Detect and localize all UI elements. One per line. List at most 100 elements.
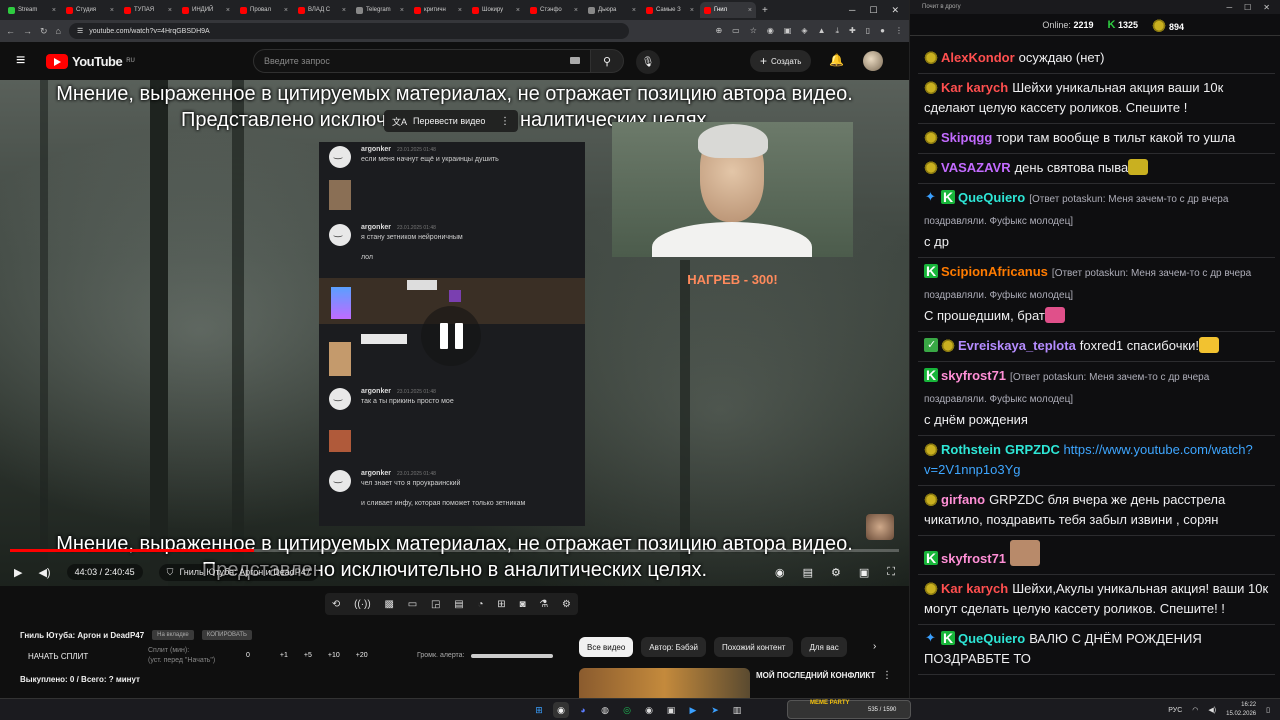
chat-username[interactable]: ScipionAfricanus [941,264,1048,279]
chip-for-you[interactable]: Для вас [801,637,847,657]
folder-icon[interactable]: ▭ [408,599,417,610]
tab-close-icon[interactable]: × [52,7,56,14]
tab-badge[interactable]: На вкладке [152,630,194,640]
alert-volume-slider[interactable] [470,653,553,658]
browser-tab[interactable]: Провал × [236,2,292,18]
chip-similar[interactable]: Похожий контент [714,637,794,657]
menu-icon[interactable]: ≡ [16,52,40,70]
split-plus5-button[interactable]: +5 [304,652,312,659]
zoom-icon[interactable]: ⊕ [715,26,722,36]
fullscreen-icon[interactable]: ⛶ [887,566,895,579]
browser-tab[interactable]: Stream × [4,2,60,18]
tab-close-icon[interactable]: × [516,7,520,14]
extension-icon[interactable]: ▲ [818,26,826,36]
chat-username[interactable]: skyfrost71 [941,551,1006,566]
loop-icon[interactable]: ⟲ [332,599,340,610]
chat-username[interactable]: skyfrost71 [941,368,1006,383]
language-indicator[interactable]: РУС [1168,707,1182,714]
flask-icon[interactable]: ⚗ [539,599,548,610]
chrome-icon[interactable]: ◉ [553,702,569,718]
screen-icon[interactable]: ▤ [454,599,463,610]
tab-close-icon[interactable]: × [168,7,172,14]
app-icon[interactable]: ▣ [663,702,679,718]
minimize-icon[interactable]: ─ [1226,3,1232,12]
add-screen-icon[interactable]: ⊞ [497,599,505,610]
maximize-icon[interactable]: ☐ [1244,3,1251,12]
chat-username[interactable]: Kar karych [941,581,1008,596]
subtitles-icon[interactable]: ▤ [803,566,813,579]
search-input[interactable]: Введите запрос [253,49,591,73]
tab-close-icon[interactable]: × [110,7,114,14]
chapter-title[interactable]: ⛉ Гниль Ютуба: Аргон и DeadP47 [158,563,319,581]
browser-tab[interactable]: Стэнфо × [526,2,582,18]
browser-tab[interactable]: ВЛАД С × [294,2,350,18]
maximize-icon[interactable]: ☐ [869,5,877,16]
keyboard-icon[interactable] [570,57,580,64]
obs-icon[interactable]: ◉ [641,702,657,718]
minimize-icon[interactable]: ─ [849,5,855,16]
speed-icon[interactable]: ◔ [477,599,483,610]
browser-tab[interactable]: Telegram × [352,2,408,18]
spotify-icon[interactable]: ◎ [619,702,635,718]
volume-icon[interactable]: ◀) [38,566,50,579]
browser-tab[interactable]: Шокиру × [468,2,524,18]
more-options-icon[interactable]: ⋮ [882,670,892,681]
forward-icon[interactable]: → [23,26,32,36]
settings-gear-icon[interactable]: ⚙ [562,599,571,610]
browser-tab[interactable]: Студия × [62,2,118,18]
chat-username[interactable]: Rothstein [941,442,1001,457]
chat-username[interactable]: Kar karych [941,80,1008,95]
tab-close-icon[interactable]: × [458,7,462,14]
notification-icon[interactable]: ▯ [1266,706,1270,714]
settings-gear-icon[interactable]: ⚙ [831,566,841,579]
url-field[interactable]: ☰ youtube.com/watch?v=4HrqGBSDH9A [68,23,629,39]
split-0-button[interactable]: 0 [246,652,250,659]
pip-icon[interactable]: ◲ [431,599,440,610]
create-button[interactable]: + Создать [750,50,812,72]
tab-close-icon[interactable]: × [342,7,346,14]
chat-username[interactable]: VASAZAVR [941,160,1011,175]
pause-button[interactable] [421,306,481,366]
extension-icon[interactable]: ◉ [767,26,774,36]
camera-icon[interactable]: ◙ [519,599,525,610]
screenshot-icon[interactable]: ▩ [385,599,394,610]
chat-username[interactable]: Evreiskaya_teplota [958,338,1076,353]
volume-icon[interactable]: ◀) [1208,706,1216,714]
translate-video-button[interactable]: 文A Перевести видео ⋮ [384,110,518,132]
new-tab-icon[interactable]: + [762,5,768,16]
steam-icon[interactable]: ◍ [597,702,613,718]
home-icon[interactable]: ⌂ [56,26,61,36]
start-split-button[interactable]: НАЧАТЬ СПЛИТ [28,652,88,661]
video-player[interactable]: Мнение, выраженное в цитируемых материал… [0,80,909,586]
notifications-bell-icon[interactable]: 🔔 [829,53,844,67]
avatar[interactable] [863,51,883,71]
reco-title[interactable]: МОЙ ПОСЛЕДНИЙ КОНФЛИКТ [756,670,876,681]
more-options-icon[interactable]: ⋮ [500,116,510,127]
chat-username[interactable]: QueQuiero [958,631,1025,646]
autoplay-toggle-icon[interactable]: ◉ [775,566,785,579]
chat-username[interactable]: girfano [941,492,985,507]
browser-tab[interactable]: критичн × [410,2,466,18]
chat-username[interactable]: Skipqgg [941,130,992,145]
back-icon[interactable]: ← [6,26,15,36]
browser-tab[interactable]: Гнил × [700,2,756,18]
browser-tab[interactable]: ТУПАЯ × [120,2,176,18]
split-plus10-button[interactable]: +10 [328,652,340,659]
tab-close-icon[interactable]: × [226,7,230,14]
chat-username[interactable]: QueQuiero [958,190,1025,205]
search-button[interactable]: ⚲ [590,49,624,73]
close-icon[interactable]: ✕ [891,5,899,16]
tab-close-icon[interactable]: × [400,7,404,14]
youtube-logo[interactable]: YouTube RU [46,53,135,69]
voice-search-button[interactable]: 🎙 [636,50,660,74]
app-icon[interactable]: ▶ [685,702,701,718]
sidebar-icon[interactable]: ▯ [866,26,870,36]
play-icon[interactable]: ▶ [14,566,22,579]
bookmark-star-icon[interactable]: ☆ [750,26,757,36]
close-icon[interactable]: ✕ [1263,3,1270,12]
miniplayer-icon[interactable]: ▣ [859,566,869,579]
browser-tab[interactable]: Дьюра × [584,2,640,18]
browser-tab[interactable]: ИНДИЙ × [178,2,234,18]
app-icon[interactable]: ▥ [729,702,745,718]
reload-icon[interactable]: ↻ [40,26,48,37]
